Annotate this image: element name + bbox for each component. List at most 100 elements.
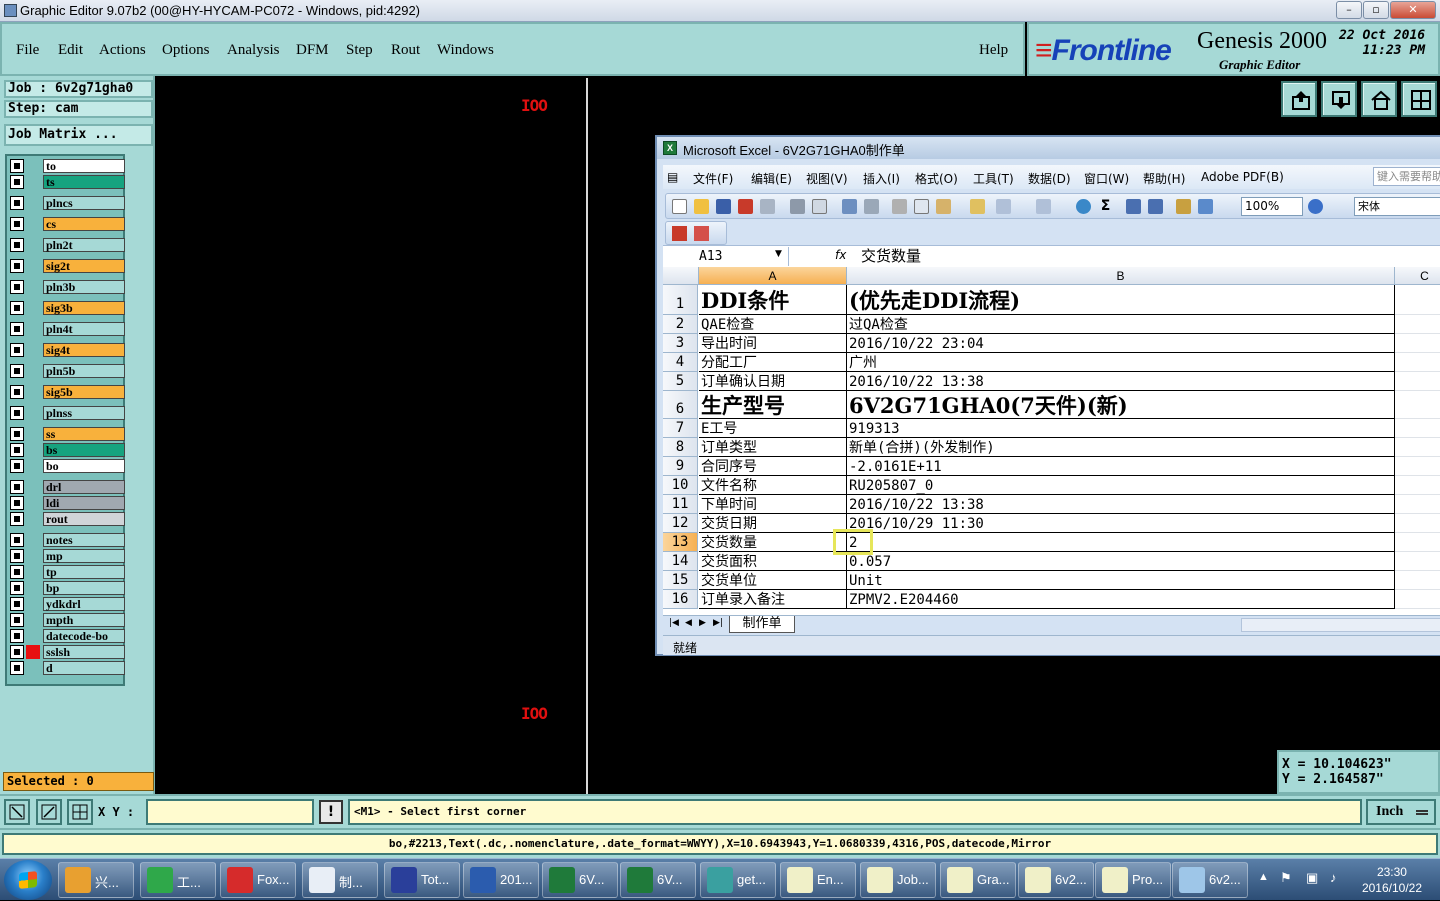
- grid-icon[interactable]: [67, 799, 93, 825]
- cell-b[interactable]: 2016/10/29 11:30: [847, 514, 1395, 533]
- column-header-c[interactable]: C: [1395, 267, 1440, 285]
- cell-c[interactable]: [1395, 315, 1440, 334]
- layer-name[interactable]: plncs: [43, 196, 125, 210]
- menu-dfm[interactable]: DFM: [296, 42, 329, 59]
- layer-checkbox[interactable]: [10, 427, 24, 441]
- cell-b[interactable]: 2016/10/22 13:38: [847, 372, 1395, 391]
- xy-input[interactable]: [146, 799, 314, 825]
- cell-c[interactable]: [1395, 285, 1440, 315]
- layer-name[interactable]: sig5b: [43, 385, 125, 399]
- drawing-icon[interactable]: [1198, 199, 1213, 214]
- taskbar-item[interactable]: get...: [700, 862, 776, 898]
- layer-row[interactable]: plncs: [10, 196, 125, 210]
- layer-checkbox[interactable]: [10, 565, 24, 579]
- layer-name[interactable]: sig3b: [43, 301, 125, 315]
- layer-checkbox[interactable]: [10, 496, 24, 510]
- layer-row[interactable]: ts: [10, 175, 125, 189]
- cell-b[interactable]: 0.057: [847, 552, 1395, 571]
- layer-name[interactable]: pln5b: [43, 364, 125, 378]
- column-header-a[interactable]: A: [699, 267, 847, 285]
- volume-icon[interactable]: ♪: [1330, 870, 1337, 885]
- taskbar-item[interactable]: Pro...: [1095, 862, 1171, 898]
- layer-row[interactable]: cs: [10, 217, 125, 231]
- row-header[interactable]: 4: [663, 353, 698, 372]
- window-layout-icon[interactable]: [1401, 81, 1437, 117]
- layer-row[interactable]: plnss: [10, 406, 125, 420]
- layer-row[interactable]: sslsh: [10, 645, 125, 659]
- paste-icon[interactable]: [936, 199, 951, 214]
- layer-name[interactable]: ldi: [43, 496, 125, 510]
- cell-a[interactable]: 交货单位: [699, 571, 847, 590]
- layer-name[interactable]: tp: [43, 565, 125, 579]
- layer-checkbox[interactable]: [10, 364, 24, 378]
- layer-checkbox[interactable]: [10, 512, 24, 526]
- cell-b[interactable]: 2016/10/22 23:04: [847, 334, 1395, 353]
- row-header[interactable]: 3: [663, 334, 698, 353]
- layer-checkbox[interactable]: [10, 343, 24, 357]
- print-preview-icon[interactable]: [812, 199, 827, 214]
- layer-row[interactable]: datecode-bo: [10, 629, 125, 643]
- excel-menu-edit[interactable]: 编辑(E): [751, 170, 792, 187]
- print-icon[interactable]: [790, 199, 805, 214]
- layer-checkbox[interactable]: [10, 385, 24, 399]
- taskbar-item[interactable]: 6v2...: [1172, 862, 1248, 898]
- name-box[interactable]: A13: [663, 247, 789, 266]
- menu-analysis[interactable]: Analysis: [227, 42, 280, 59]
- spelling-icon[interactable]: [842, 199, 857, 214]
- cell-c[interactable]: [1395, 353, 1440, 372]
- unit-selector[interactable]: Inch: [1366, 799, 1436, 825]
- copy-icon[interactable]: [914, 199, 929, 214]
- cell-a[interactable]: 文件名称: [699, 476, 847, 495]
- menu-actions[interactable]: Actions: [99, 42, 146, 59]
- cell-c[interactable]: [1395, 419, 1440, 438]
- window-titlebar[interactable]: Graphic Editor 9.07b2 (00@HY-HYCAM-PC072…: [0, 0, 1440, 22]
- cell-a[interactable]: E工号: [699, 419, 847, 438]
- layer-row[interactable]: bs: [10, 443, 125, 457]
- layer-checkbox[interactable]: [10, 533, 24, 547]
- layer-checkbox[interactable]: [10, 175, 24, 189]
- menu-help[interactable]: Help: [979, 42, 1008, 59]
- layer-row[interactable]: ldi: [10, 496, 125, 510]
- layer-name[interactable]: datecode-bo: [43, 629, 125, 643]
- taskbar-item[interactable]: Gra...: [940, 862, 1016, 898]
- cut-icon[interactable]: [892, 199, 907, 214]
- layer-row[interactable]: rout: [10, 512, 125, 526]
- layer-row[interactable]: sig3b: [10, 301, 125, 315]
- layer-row[interactable]: mp: [10, 549, 125, 563]
- layer-row[interactable]: ydkdrl: [10, 597, 125, 611]
- layer-checkbox[interactable]: [10, 280, 24, 294]
- layer-checkbox[interactable]: [10, 645, 24, 659]
- cell-a[interactable]: 订单录入备注: [699, 590, 847, 609]
- layer-name[interactable]: cs: [43, 217, 125, 231]
- layer-checkbox[interactable]: [10, 406, 24, 420]
- cell-b[interactable]: ZPMV2.E204460: [847, 590, 1395, 609]
- cell-c[interactable]: [1395, 495, 1440, 514]
- excel-menu-window[interactable]: 窗口(W): [1084, 170, 1129, 187]
- cell-b[interactable]: Unit: [847, 571, 1395, 590]
- excel-doc-icon[interactable]: ▤: [667, 170, 678, 184]
- formula-input[interactable]: 交货数量: [861, 247, 921, 266]
- layer-name[interactable]: bo: [43, 459, 125, 473]
- layer-checkbox[interactable]: [10, 459, 24, 473]
- layer-row[interactable]: pln5b: [10, 364, 125, 378]
- excel-window[interactable]: X Microsoft Excel - 6V2G71GHA0制作单 ▤ 文件(F…: [655, 135, 1440, 656]
- row-header[interactable]: 11: [663, 495, 698, 514]
- cell-c[interactable]: [1395, 590, 1440, 609]
- help-icon[interactable]: [1308, 199, 1323, 214]
- cell-a[interactable]: 订单确认日期: [699, 372, 847, 391]
- excel-menu-insert[interactable]: 插入(I): [863, 170, 900, 187]
- cell-a[interactable]: 导出时间: [699, 334, 847, 353]
- layer-name[interactable]: sig4t: [43, 343, 125, 357]
- layer-name[interactable]: notes: [43, 533, 125, 547]
- layer-name[interactable]: mp: [43, 549, 125, 563]
- undo-icon[interactable]: [996, 199, 1011, 214]
- row-header[interactable]: 12: [663, 514, 698, 533]
- minimize-button[interactable]: –: [1336, 1, 1362, 19]
- cell-c[interactable]: [1395, 372, 1440, 391]
- layer-name[interactable]: plnss: [43, 406, 125, 420]
- taskbar-item[interactable]: 6v2...: [1018, 862, 1094, 898]
- taskbar-item[interactable]: Job...: [860, 862, 936, 898]
- horizontal-scrollbar[interactable]: [1241, 618, 1440, 632]
- layer-checkbox[interactable]: [10, 322, 24, 336]
- cell-c[interactable]: [1395, 391, 1440, 419]
